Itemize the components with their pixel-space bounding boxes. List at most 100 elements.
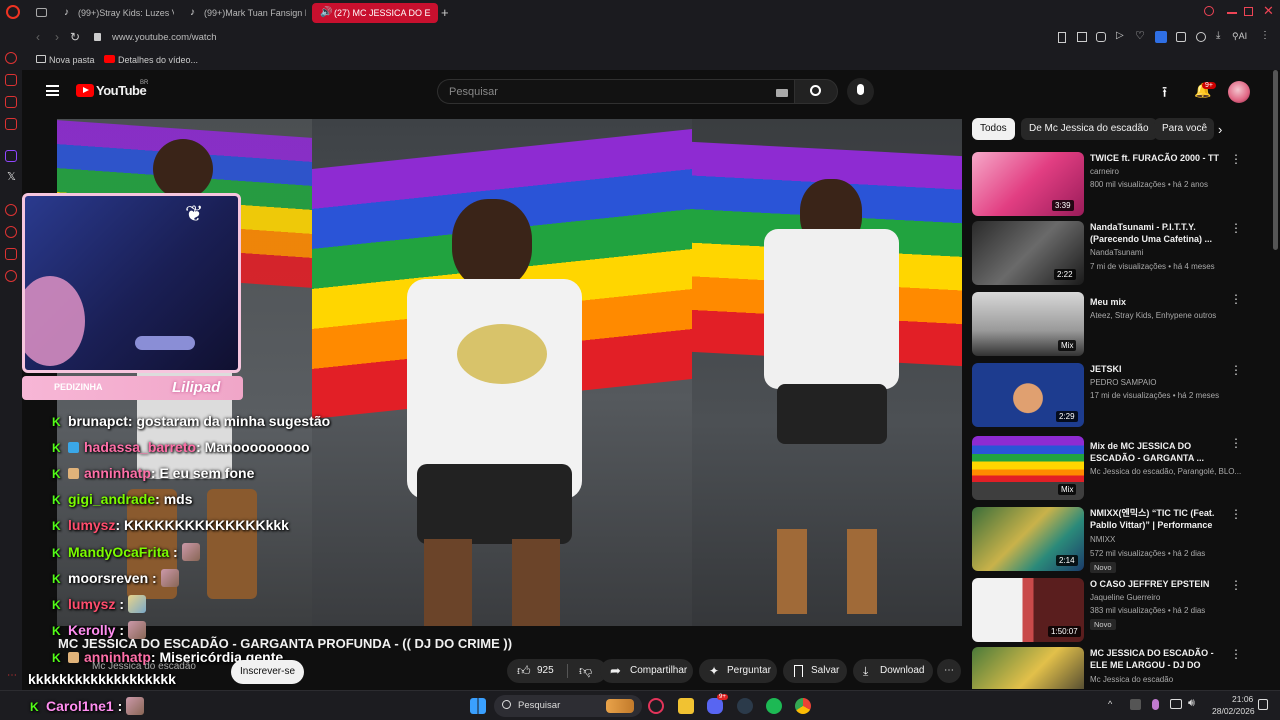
network-icon[interactable] [1170, 699, 1182, 709]
close-window-button[interactable]: ✕ [1263, 3, 1274, 19]
search-button[interactable] [794, 79, 838, 104]
snapshot-icon[interactable] [1077, 32, 1087, 42]
upload-icon[interactable]: ⭱ [1162, 82, 1167, 107]
url-field[interactable]: www.youtube.com/watch [112, 32, 217, 43]
speed-dial-icon[interactable] [5, 52, 17, 64]
settings-icon[interactable] [5, 270, 17, 282]
more-options-icon[interactable]: ⋮ [1230, 152, 1242, 166]
chrome-icon[interactable] [795, 698, 811, 714]
steam-icon[interactable] [737, 698, 753, 714]
volume-icon[interactable]: 🔊︎ [1188, 697, 1195, 710]
search-tabs-icon[interactable] [1204, 6, 1214, 16]
browser-tab-bar: ♪ (99+)Stray Kids: Luzes Vermelhas ♪ (99… [0, 0, 1280, 26]
voice-search-button[interactable] [847, 78, 874, 105]
extensions-sidebar-icon[interactable] [5, 248, 17, 260]
recommendation-item[interactable]: Mix Meu mix Ateez, Stray Kids, Enhypene … [972, 292, 1262, 358]
chip-channel[interactable]: De Mc Jessica do escadão [1021, 118, 1157, 140]
tray-chevron-icon[interactable]: ^ [1108, 699, 1112, 709]
discord-icon[interactable] [707, 698, 723, 714]
opera-menu-icon[interactable] [6, 5, 20, 19]
ai-icon[interactable]: ⚲AI [1232, 31, 1247, 42]
tab-stray-kids[interactable]: ♪ (99+)Stray Kids: Luzes Vermelhas [56, 3, 174, 23]
youtube-page: YouTube BR Pesquisar ⭱ 🔔 9+ ❦ PEDIZINHA … [22, 70, 1280, 690]
badge-icon [68, 442, 79, 453]
x-icon[interactable]: 𝕏 [7, 170, 16, 183]
kick-icon: K [30, 700, 39, 714]
microphone-tray-icon[interactable] [1152, 699, 1159, 710]
shield-icon[interactable] [1096, 32, 1106, 42]
more-options-icon[interactable]: ⋮ [1230, 363, 1242, 377]
recommendation-item[interactable]: Mix Mix de MC JESSICA DO ESCADÃO - GARGA… [972, 436, 1262, 502]
twitch-icon[interactable] [5, 150, 17, 162]
spotify-icon[interactable] [766, 698, 782, 714]
taskbar-search[interactable]: Pesquisar [494, 695, 642, 717]
aria-icon[interactable] [5, 74, 17, 86]
subscribe-button[interactable]: Inscrever-se [231, 660, 304, 684]
messenger-icon[interactable] [5, 96, 17, 108]
chevron-right-icon[interactable]: › [1218, 122, 1222, 137]
video-thumbnail[interactable] [972, 647, 1084, 689]
hamburger-menu-icon[interactable] [46, 85, 59, 96]
history-icon[interactable] [5, 226, 17, 238]
like-button[interactable]: 👍︎ 925 👎︎ [507, 659, 607, 683]
tray-app-icon[interactable] [1130, 699, 1141, 710]
tab-strip-icon[interactable] [36, 8, 47, 17]
tab-mark-tuan[interactable]: ♪ (99+)Mark Tuan Fansign D [182, 3, 306, 23]
page-scrollbar[interactable] [1273, 70, 1278, 250]
maximize-button[interactable] [1244, 7, 1253, 16]
more-options-icon[interactable]: ⋮ [1230, 436, 1242, 450]
bookmark-icon[interactable] [1058, 32, 1066, 43]
kick-icon: K [52, 598, 61, 612]
download-icon[interactable]: ⤓ [1216, 30, 1220, 41]
share-button[interactable]: ➦ Compartilhar [600, 659, 693, 683]
file-explorer-icon[interactable] [678, 698, 694, 714]
forward-icon[interactable]: › [55, 30, 59, 44]
windows-start-icon[interactable] [470, 698, 486, 714]
keyboard-icon[interactable] [776, 89, 788, 97]
more-options-icon[interactable]: ⋮ [1230, 292, 1242, 306]
clock-time[interactable]: 21:06 [1232, 694, 1253, 704]
recommendation-item[interactable]: MC JESSICA DO ESCADÃO - ELE ME LARGOU - … [972, 647, 1262, 689]
more-options-icon[interactable]: ⋮ [1230, 507, 1242, 521]
recommendation-item[interactable]: 3:39 TWICE ft. FURACÃO 2000 - TT carneir… [972, 152, 1262, 218]
sidebar-more-icon[interactable]: ⋯ [7, 670, 17, 681]
recommendation-item[interactable]: 2:22 NandaTsunami - P.I.T.T.Y. (Parecend… [972, 221, 1262, 287]
chip-para-voce[interactable]: Para você [1154, 118, 1214, 140]
player-icon[interactable] [5, 204, 17, 216]
recommendation-item[interactable]: 2:29 JETSKI PEDRO SAMPAIO 17 mi de visua… [972, 363, 1262, 429]
puzzle-icon[interactable] [1176, 32, 1186, 42]
more-options-icon[interactable]: ⋮ [1230, 578, 1242, 592]
opera-taskbar-icon[interactable] [648, 698, 664, 714]
heart-icon[interactable]: ♡ [1135, 29, 1145, 42]
chip-todos[interactable]: Todos [972, 118, 1015, 140]
chat-message: Klumysz : [52, 595, 147, 613]
back-icon[interactable]: ‹ [36, 30, 40, 44]
notification-center-icon[interactable] [1258, 699, 1268, 710]
clock-date[interactable]: 28/02/2026 [1212, 706, 1255, 716]
mail-icon[interactable] [5, 118, 17, 130]
download-button[interactable]: ⤓ Download [853, 659, 933, 683]
search-box[interactable]: Pesquisar [437, 79, 794, 104]
thumbs-down-icon[interactable]: 👎︎ [579, 659, 592, 683]
more-options-icon[interactable]: ⋮ [1230, 647, 1242, 661]
more-options-icon[interactable]: ⋮ [1230, 221, 1242, 235]
bookmark-detalhes-video[interactable]: Detalhes do vídeo... [118, 55, 198, 65]
search-input[interactable]: Pesquisar [449, 86, 498, 98]
bookmark-nova-pasta[interactable]: Nova pasta [49, 55, 95, 65]
play-icon[interactable]: ▷ [1116, 30, 1124, 41]
avatar[interactable] [1228, 81, 1250, 103]
extension-jd-icon[interactable] [1155, 31, 1167, 43]
camera-icon[interactable] [1196, 32, 1206, 42]
recommendation-item[interactable]: 1:50:07 O CASO JEFFREY EPSTEIN Jaqueline… [972, 578, 1262, 644]
more-actions-button[interactable]: ⋯ [937, 659, 961, 683]
tab-mc-jessica[interactable]: 🔊 (27) MC JESSICA DO E [312, 3, 438, 23]
tiktok-icon: ♪ [64, 7, 69, 18]
minimize-button[interactable] [1227, 12, 1237, 14]
save-button[interactable]: Salvar [783, 659, 847, 683]
more-menu-icon[interactable]: ⋮ [1260, 30, 1270, 41]
chat-message: Kmoorsreven : [52, 569, 179, 587]
recommendation-item[interactable]: 2:14 NMIXX(엔믹스) “TIC TIC (Feat. Pabllo V… [972, 507, 1262, 573]
ask-button[interactable]: ✦ Perguntar [699, 659, 777, 683]
reload-icon[interactable]: ↻ [70, 30, 80, 44]
new-tab-button[interactable]: + [441, 5, 449, 20]
